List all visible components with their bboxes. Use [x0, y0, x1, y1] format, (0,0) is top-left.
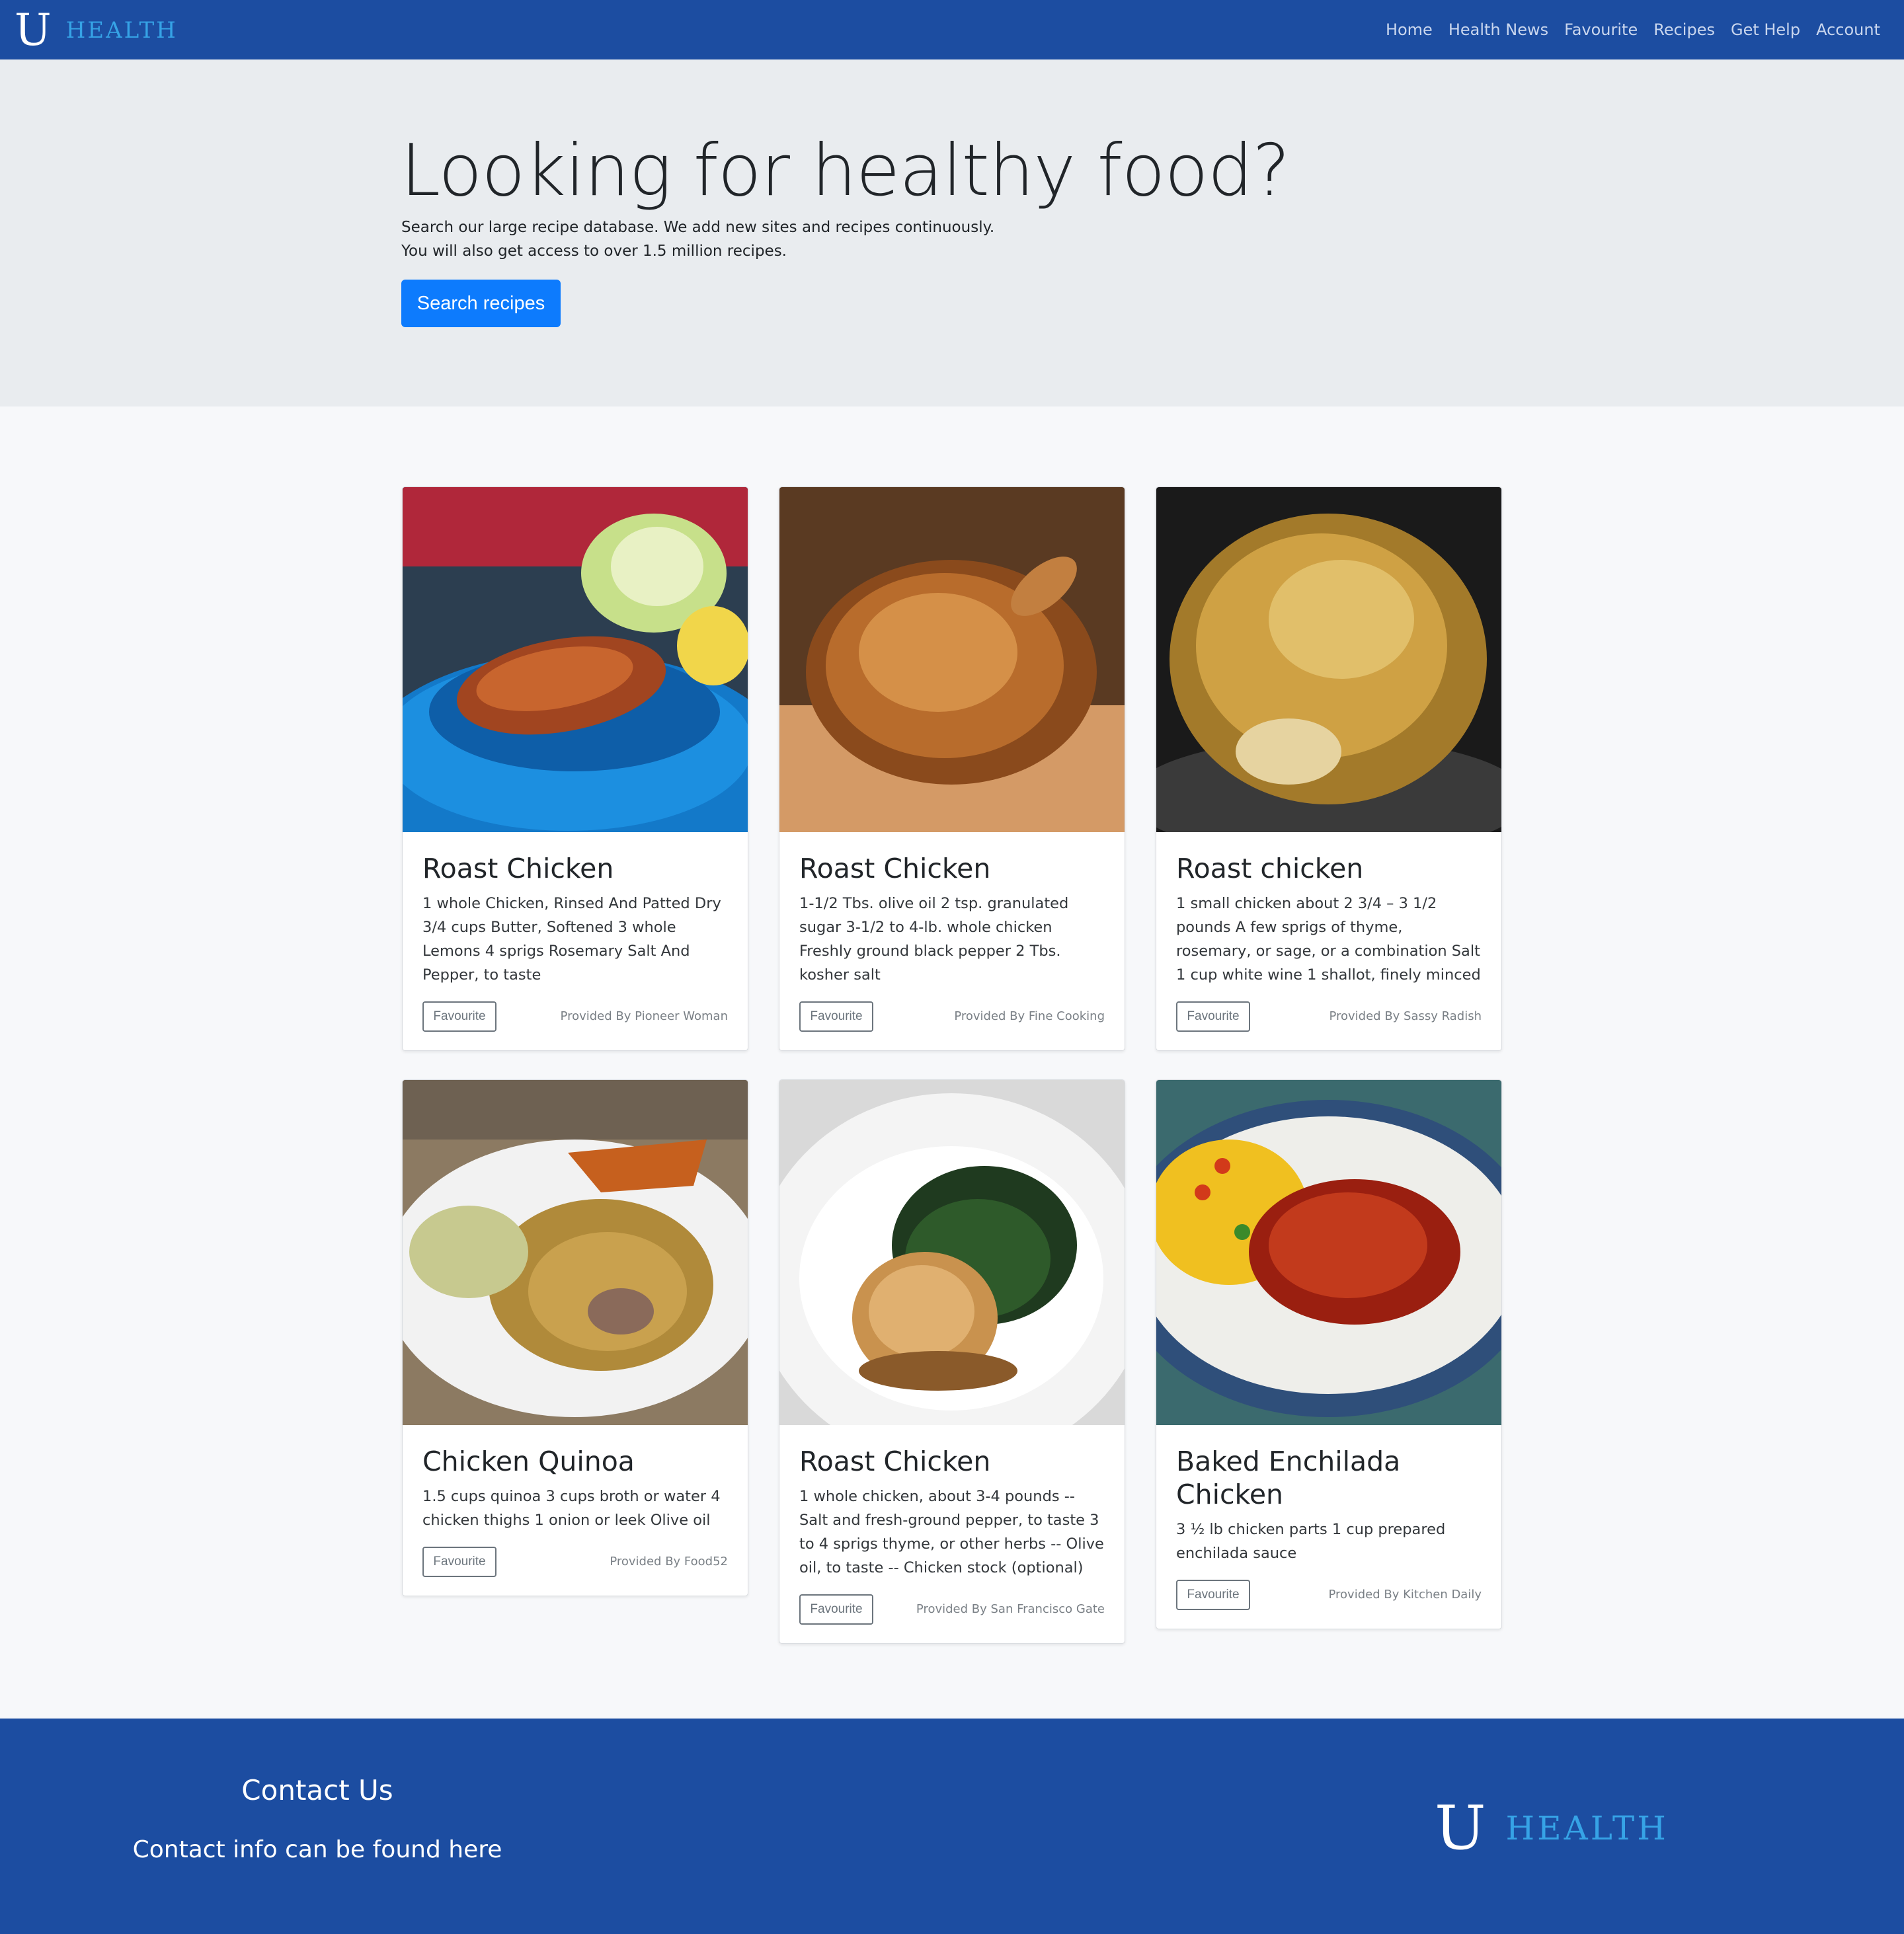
favourite-button[interactable]: Favourite	[1176, 1580, 1250, 1610]
recipe-card: Roast chicken 1 small chicken about 2 3/…	[1156, 486, 1502, 1051]
contact-heading: Contact Us	[241, 1774, 393, 1806]
favourite-button[interactable]: Favourite	[799, 1594, 873, 1625]
nav-favourite[interactable]: Favourite	[1564, 20, 1638, 39]
recipe-title[interactable]: Roast Chicken	[422, 852, 728, 885]
brand-word: HEALTH	[1505, 1809, 1669, 1847]
contact-text: Contact info can be found here	[132, 1836, 502, 1863]
recipe-ingredients: 3 ½ lb chicken parts 1 cup prepared ench…	[1176, 1521, 1446, 1562]
nav-account[interactable]: Account	[1816, 20, 1880, 39]
recipe-image[interactable]	[403, 487, 748, 832]
brand-letter: U	[1435, 1793, 1486, 1863]
recipe-title[interactable]: Roast Chicken	[799, 852, 1105, 885]
recipe-provider: Provided By San Francisco Gate	[916, 1602, 1105, 1616]
recipe-ingredients: 1 whole Chicken, Rinsed And Patted Dry 3…	[422, 895, 721, 984]
recipe-ingredients: 1.5 cups quinoa 3 cups broth or water 4 …	[422, 1488, 721, 1529]
nav-recipes[interactable]: Recipes	[1653, 20, 1715, 39]
hero-jumbotron: Looking for healthy food? Search our lar…	[0, 59, 1904, 406]
page-footer: Contact Us Contact info can be found her…	[0, 1719, 1904, 1934]
recipe-title[interactable]: Roast Chicken	[799, 1445, 1105, 1478]
recipe-provider: Provided By Kitchen Daily	[1328, 1588, 1482, 1602]
hero-title: Looking for healthy food?	[401, 130, 1290, 212]
recipe-image[interactable]	[1156, 487, 1501, 832]
recipe-card: Roast Chicken 1 whole Chicken, Rinsed An…	[402, 486, 748, 1051]
hero-text-line-1: Search our large recipe database. We add…	[401, 219, 995, 236]
brand-letter: U	[15, 5, 52, 56]
recipe-image[interactable]	[1156, 1080, 1501, 1425]
recipe-image[interactable]	[403, 1080, 748, 1425]
nav-health-news[interactable]: Health News	[1448, 20, 1548, 39]
recipe-title[interactable]: Chicken Quinoa	[422, 1445, 728, 1478]
recipe-title[interactable]: Roast chicken	[1176, 852, 1482, 885]
nav-get-help[interactable]: Get Help	[1731, 20, 1800, 39]
recipe-card: Roast Chicken 1 whole chicken, about 3-4…	[779, 1079, 1125, 1644]
nav-links: Home Health News Favourite Recipes Get H…	[1370, 0, 1880, 59]
nav-home[interactable]: Home	[1386, 20, 1433, 39]
favourite-button[interactable]: Favourite	[799, 1001, 873, 1032]
top-navbar: U HEALTH Home Health News Favourite Reci…	[0, 0, 1904, 59]
recipe-card: Baked Enchilada Chicken 3 ½ lb chicken p…	[1156, 1079, 1502, 1629]
recipe-ingredients: 1 small chicken about 2 3/4 – 3 1/2 poun…	[1176, 895, 1481, 984]
search-recipes-button[interactable]: Search recipes	[401, 280, 561, 327]
favourite-button[interactable]: Favourite	[422, 1547, 496, 1577]
footer-brand-logo: U HEALTH	[1435, 1798, 1669, 1859]
recipe-ingredients: 1-1/2 Tbs. olive oil 2 tsp. granulated s…	[799, 895, 1069, 984]
favourite-button[interactable]: Favourite	[1176, 1001, 1250, 1032]
recipe-card: Roast Chicken 1-1/2 Tbs. olive oil 2 tsp…	[779, 486, 1125, 1051]
recipe-provider: Provided By Fine Cooking	[954, 1009, 1105, 1023]
recipe-title[interactable]: Baked Enchilada Chicken	[1176, 1445, 1482, 1511]
recipe-provider: Provided By Food52	[610, 1555, 728, 1568]
recipe-provider: Provided By Pioneer Woman	[560, 1009, 728, 1023]
brand-word: HEALTH	[65, 17, 178, 44]
hero-text-line-2: You will also get access to over 1.5 mil…	[401, 243, 787, 260]
recipe-provider: Provided By Sassy Radish	[1329, 1009, 1482, 1023]
recipe-ingredients: 1 whole chicken, about 3-4 pounds -- Sal…	[799, 1488, 1104, 1576]
favourite-button[interactable]: Favourite	[422, 1001, 496, 1032]
brand-logo[interactable]: U HEALTH	[15, 5, 178, 56]
recipe-image[interactable]	[779, 1080, 1125, 1425]
recipe-image[interactable]	[779, 487, 1125, 832]
recipe-card: Chicken Quinoa 1.5 cups quinoa 3 cups br…	[402, 1079, 748, 1596]
